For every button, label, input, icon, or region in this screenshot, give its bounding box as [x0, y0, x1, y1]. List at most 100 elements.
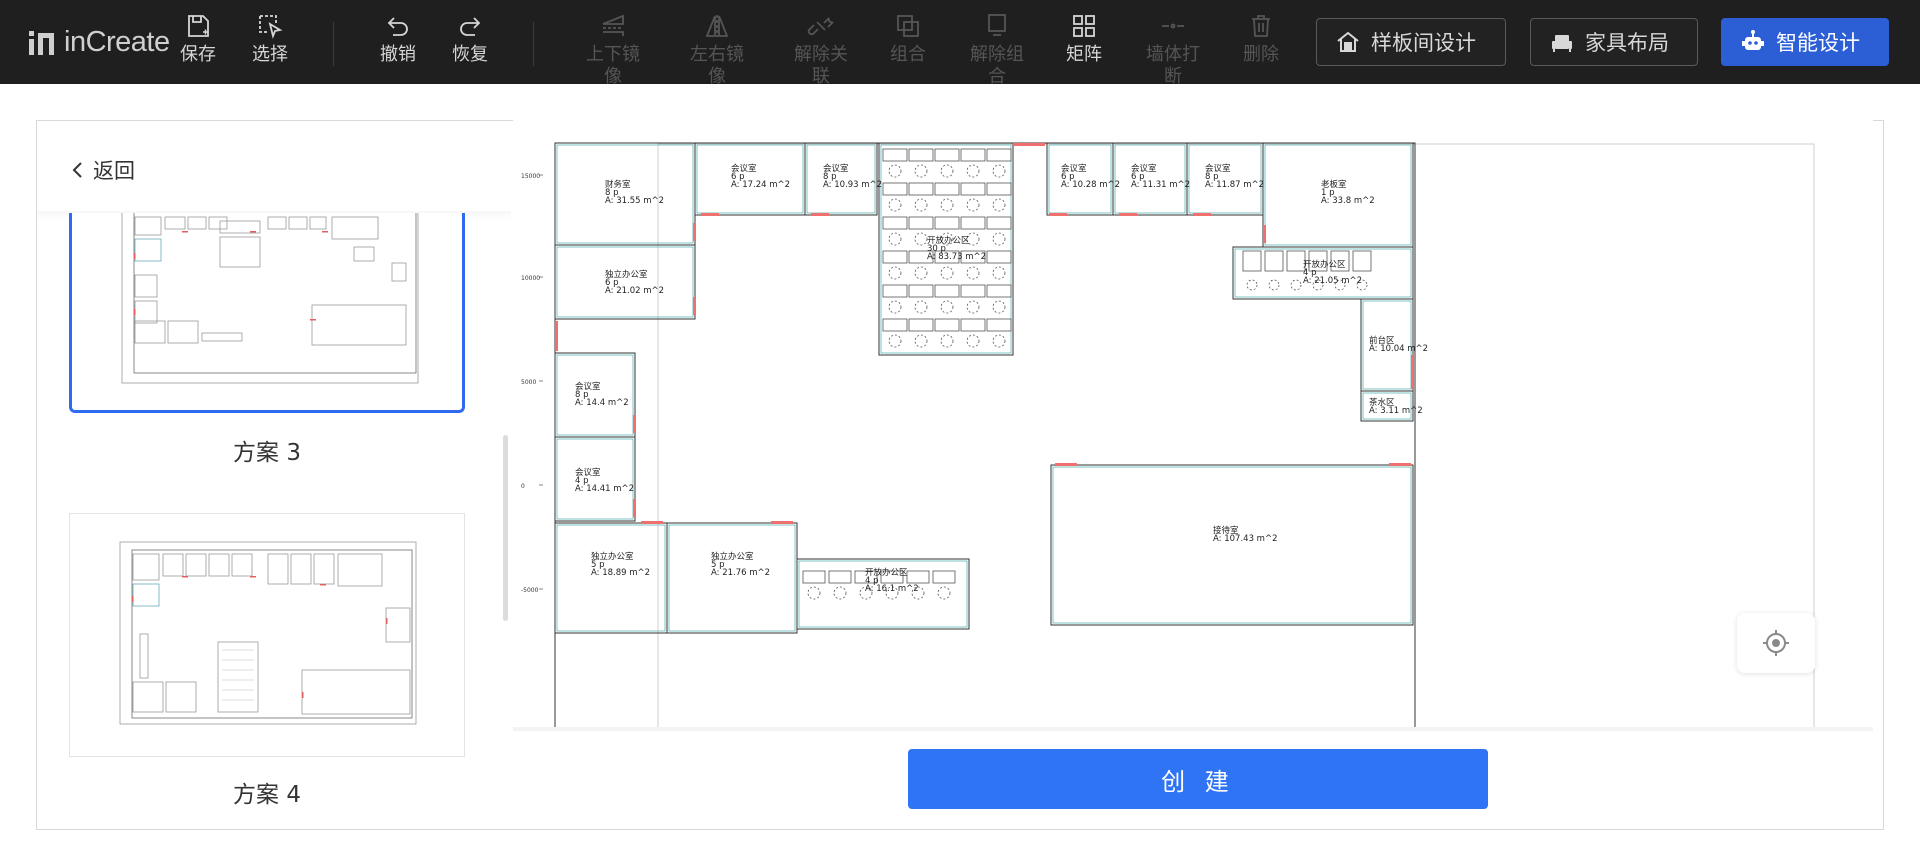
undo-icon [387, 17, 408, 36]
wall-break-label: 墙体打断 [1146, 44, 1200, 87]
scheme-panel: 返回 方案 3 方案 4 15000 10000 5000 0 -5000 财务… [36, 119, 1884, 830]
save-icon [188, 15, 209, 37]
matrix-label: 矩阵 [1066, 44, 1102, 65]
room-label: A: 21.05 m^2 [1303, 276, 1362, 286]
create-button[interactable]: 创 建 [908, 749, 1488, 809]
wall-break-button[interactable]: 墙体打断 [1140, 12, 1206, 88]
preview-bottom-bar [513, 727, 1873, 731]
scheme-card-4[interactable] [69, 513, 465, 757]
room-label: A: 10.28 m^2 [1061, 180, 1120, 190]
room-label: A: 16.1 m^2 [865, 584, 919, 594]
flip-horizontal-label: 左右镜像 [690, 44, 744, 87]
matrix-button[interactable]: 矩阵 [1052, 12, 1116, 66]
select-button[interactable]: 选择 [238, 12, 302, 66]
back-button[interactable]: 返回 [71, 155, 135, 185]
door-marker [693, 223, 696, 241]
undo-button[interactable]: 撤销 [366, 12, 430, 66]
door-marker [1389, 463, 1411, 466]
floor-plan-preview[interactable]: 15000 10000 5000 0 -5000 财务室 8 p A: 31.55 m^2 会… [513, 119, 1873, 729]
door-marker [771, 521, 793, 524]
room-inner-wall [556, 354, 634, 436]
room-label: A: 33.8 m^2 [1321, 196, 1375, 206]
axis-tick-label: 10000 [521, 275, 540, 282]
delete-button[interactable]: 删除 [1229, 12, 1293, 66]
logo-text: inCreate [64, 25, 170, 58]
axis-tick-label: 0 [521, 483, 525, 490]
unlink-label: 解除关联 [794, 44, 848, 87]
save-label: 保存 [180, 44, 216, 65]
door-marker [633, 415, 636, 433]
house-icon [1337, 31, 1359, 52]
redo-label: 恢复 [452, 44, 488, 65]
furniture-layout-button[interactable]: 家具布局 [1530, 18, 1698, 66]
room-wall [554, 436, 636, 522]
group-button[interactable]: 组合 [876, 12, 940, 66]
redo-button[interactable]: 恢复 [438, 12, 502, 66]
room-label: A: 14.4 m^2 [575, 398, 629, 408]
ungroup-label: 解除组合 [970, 44, 1024, 87]
room-label: A: 3.11 m^2 [1369, 406, 1423, 416]
room-label: A: 14.41 m^2 [575, 484, 634, 494]
recenter-button[interactable] [1737, 613, 1815, 673]
scheme-4-label[interactable]: 方案 4 [69, 775, 465, 809]
door-marker [1055, 463, 1077, 466]
room-label: A: 107.43 m^2 [1213, 534, 1278, 544]
axis-tick-label: 5000 [521, 379, 536, 386]
group-label: 组合 [890, 44, 926, 65]
scheme-4-thumbnail [119, 541, 417, 725]
room-label: A: 10.93 m^2 [823, 180, 882, 190]
unlink-icon [807, 17, 834, 36]
scheme-list-scrollbar[interactable] [503, 435, 508, 621]
room-label: A: 11.31 m^2 [1131, 180, 1190, 190]
scheme-3-thumbnail [121, 213, 419, 384]
room-label: A: 11.87 m^2 [1205, 180, 1264, 190]
sofa-icon [1552, 35, 1572, 52]
floor-plan-canvas: 150001000050000-5000 财务室8 pA: 31.55 m^2会… [521, 142, 1815, 729]
wall-break-icon [1162, 23, 1184, 29]
flip-vertical-icon [602, 14, 624, 36]
save-button[interactable]: 保存 [166, 12, 230, 66]
flip-horizontal-icon [705, 15, 729, 37]
crosshair-icon [1763, 630, 1789, 656]
showroom-design-button[interactable]: 样板间设计 [1316, 18, 1506, 66]
room-inner-wall [556, 438, 634, 520]
door-marker [1049, 213, 1067, 216]
app-logo: inCreate [28, 24, 170, 60]
smart-design-button[interactable]: 智能设计 [1721, 18, 1889, 66]
toolbar-divider [533, 22, 534, 66]
smart-design-label: 智能设计 [1776, 31, 1860, 55]
room-wall [554, 522, 668, 634]
room-wall [554, 352, 636, 438]
select-label: 选择 [252, 44, 288, 65]
unlink-button[interactable]: 解除关联 [788, 12, 854, 88]
matrix-icon [1073, 15, 1095, 37]
door-marker [1193, 213, 1211, 216]
axis-tick-label: -5000 [521, 587, 539, 594]
group-icon [897, 15, 919, 37]
door-marker [1263, 225, 1266, 243]
toolbar-divider [333, 22, 334, 66]
top-toolbar: inCreate 保存 选择 撤销 恢复 上下镜像 左右镜像 解除关联 组合 解… [0, 0, 1920, 87]
room-label: A: 31.55 m^2 [605, 196, 664, 206]
room-label: A: 83.73 m^2 [927, 252, 986, 262]
room-inner-wall [556, 524, 666, 632]
door-marker [1119, 213, 1137, 216]
door-marker [633, 499, 636, 517]
room-label: A: 21.76 m^2 [711, 568, 770, 578]
door-marker [1013, 143, 1045, 146]
door-marker [693, 297, 696, 315]
room-label: A: 17.24 m^2 [731, 180, 790, 190]
logo-mark-icon [29, 31, 54, 55]
flip-horizontal-button[interactable]: 左右镜像 [684, 12, 750, 88]
flip-vertical-button[interactable]: 上下镜像 [580, 12, 646, 88]
room-label: A: 18.89 m^2 [591, 568, 650, 578]
scheme-card-3[interactable] [69, 213, 465, 413]
plan-sheet [657, 143, 1815, 729]
ungroup-button[interactable]: 解除组合 [964, 12, 1030, 88]
furniture-layout-label: 家具布局 [1585, 31, 1669, 55]
delete-label: 删除 [1243, 44, 1279, 65]
showroom-design-label: 样板间设计 [1371, 31, 1476, 55]
back-label: 返回 [93, 159, 135, 183]
redo-icon [460, 17, 481, 36]
scheme-3-label[interactable]: 方案 3 [69, 433, 465, 467]
